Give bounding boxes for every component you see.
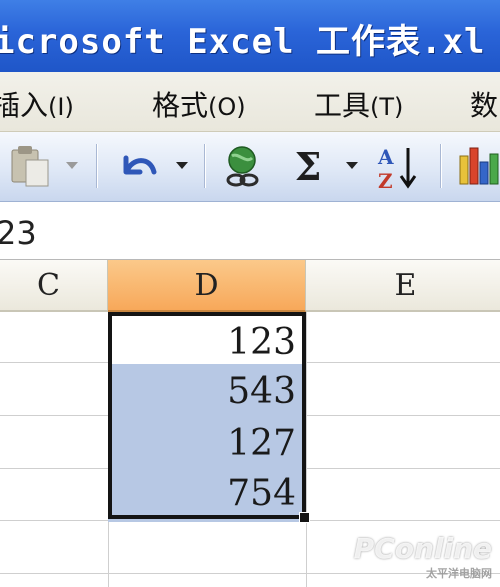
fill-handle[interactable]: [299, 512, 310, 523]
paste-button[interactable]: [6, 142, 56, 192]
column-gridline: [306, 312, 307, 587]
selection-border: [108, 312, 306, 519]
sort-ascending-icon: A Z: [377, 145, 417, 193]
watermark-brand: PConline: [353, 532, 492, 565]
menu-insert-key: (I): [48, 93, 74, 121]
column-header-c[interactable]: C: [0, 260, 108, 312]
autosum-button[interactable]: Σ: [288, 142, 328, 192]
undo-icon: [123, 155, 157, 175]
paste-dropdown-icon[interactable]: [66, 162, 78, 169]
watermark-logo: PConline 太平洋电脑网: [354, 532, 492, 581]
menu-format[interactable]: 格式(O): [152, 84, 246, 124]
menu-data-label: 数: [470, 89, 499, 122]
menu-format-key: (O): [208, 93, 246, 121]
toolbar-separator: [204, 144, 206, 188]
menu-tools[interactable]: 工具(T): [314, 84, 403, 124]
svg-text:Z: Z: [378, 169, 393, 192]
undo-button[interactable]: [116, 142, 160, 192]
column-header-c-label: C: [37, 267, 60, 303]
standard-toolbar: Σ A Z: [0, 132, 500, 202]
title-bar: icrosoft Excel 工作表.xl: [0, 0, 500, 72]
autosum-dropdown-icon[interactable]: [346, 162, 358, 169]
formula-bar-value: 23: [0, 214, 37, 252]
menu-insert[interactable]: 插入(I): [0, 84, 74, 124]
column-header-d-label: D: [194, 267, 219, 303]
undo-dropdown-icon[interactable]: [176, 162, 188, 169]
sort-ascending-button[interactable]: A Z: [372, 142, 424, 193]
chart-wizard-icon: [459, 147, 499, 185]
menu-tools-label: 工具: [314, 89, 371, 122]
menu-data[interactable]: 数: [470, 84, 498, 124]
formula-bar[interactable]: 23: [0, 202, 500, 260]
toolbar-separator: [96, 144, 98, 188]
toolbar-separator: [440, 144, 442, 188]
hyperlink-globe-icon: [226, 146, 259, 187]
menu-format-label: 格式: [152, 89, 209, 122]
chart-wizard-button[interactable]: [456, 142, 500, 192]
window-title: icrosoft Excel 工作表.xl: [0, 22, 486, 62]
svg-text:A: A: [377, 145, 394, 169]
paste-icon: [11, 146, 49, 187]
column-header-e[interactable]: E: [306, 260, 500, 312]
insert-hyperlink-button[interactable]: [220, 142, 266, 192]
menu-tools-key: (T): [370, 93, 404, 121]
watermark-sub: 太平洋电脑网: [426, 567, 492, 580]
menu-insert-label: 插入: [0, 89, 49, 122]
column-header-e-label: E: [394, 267, 417, 303]
menu-bar: 插入(I) 格式(O) 工具(T) 数: [0, 72, 500, 132]
column-header-d[interactable]: D: [108, 260, 306, 312]
